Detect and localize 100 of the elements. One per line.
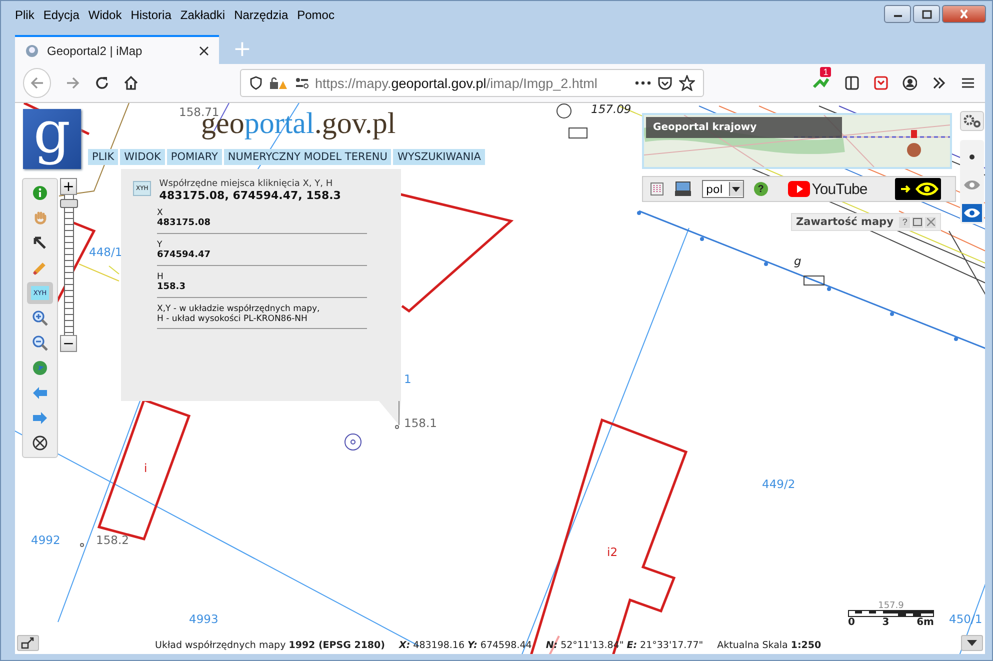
map-label: 4992 xyxy=(31,533,60,547)
status-text: Układ współrzędnych mapy 1992 (EPSG 2180) xyxy=(155,640,385,651)
map-label: 448/1 xyxy=(89,245,122,259)
map-label: 158.1 xyxy=(404,416,437,430)
url-text: https://mapy.geoportal.gov.pl/imap/Imgp_2.html xyxy=(314,76,598,90)
popup-note: X,Y - w układzie współrzędnych mapy, xyxy=(157,304,321,314)
dropdown-button[interactable] xyxy=(961,635,983,651)
reload-icon[interactable] xyxy=(94,75,110,91)
close-icon xyxy=(958,9,970,19)
map-label: g xyxy=(794,254,802,268)
zoom-out-button[interactable]: − xyxy=(60,335,77,352)
pocket-save-icon[interactable] xyxy=(873,75,888,91)
zoom-in-button[interactable]: + xyxy=(60,178,77,195)
overflow-icon[interactable] xyxy=(931,75,946,91)
app-menu-item[interactable]: NUMERYCZNY MODEL TERENU xyxy=(224,149,392,165)
map-label: 1 xyxy=(404,372,412,386)
scale-tick-label: 3 xyxy=(882,617,890,628)
back-button[interactable] xyxy=(23,68,52,98)
close-button[interactable] xyxy=(942,5,986,23)
map-label: 449/2 xyxy=(762,477,796,491)
settings-button[interactable] xyxy=(960,111,984,131)
extension-icon[interactable] xyxy=(812,75,830,91)
maximize-button[interactable] xyxy=(913,5,940,23)
eye-icon xyxy=(963,207,981,219)
menu-icon[interactable] xyxy=(960,75,975,91)
coordinate-value: 158.3 xyxy=(157,282,186,292)
account-icon[interactable] xyxy=(902,75,918,91)
grid-icon[interactable] xyxy=(650,182,664,196)
wms-icon[interactable] xyxy=(674,181,692,197)
close-tab-icon[interactable] xyxy=(199,46,209,56)
pencil-icon xyxy=(32,260,48,276)
menu-item[interactable]: Zakładki xyxy=(180,5,226,25)
coordinate-label: X xyxy=(157,208,164,218)
coordinate-label: H xyxy=(157,272,164,282)
zoom-out-icon xyxy=(32,335,48,351)
popup-note: H - układ wysokości PL-KRON86-NH xyxy=(157,314,308,324)
app-menu-item[interactable]: WYSZUKIWANIA xyxy=(393,149,485,165)
scale-value: 157.9 xyxy=(877,602,905,610)
scale-tick-label: 0 xyxy=(848,617,855,628)
app-menu-item[interactable]: PLIK xyxy=(88,149,118,165)
close-panel-button[interactable] xyxy=(925,216,936,228)
back-arrow-icon xyxy=(29,75,46,91)
more-icon[interactable] xyxy=(635,80,652,86)
crossed-circle-icon xyxy=(32,435,48,451)
scale-tick-label: 6m xyxy=(916,617,934,628)
help-button[interactable]: ? xyxy=(754,182,768,196)
shield-icon xyxy=(248,76,263,90)
youtube-link[interactable]: YouTube xyxy=(788,180,868,198)
overview-map[interactable]: Geoportal krajowy xyxy=(642,113,952,169)
coordinate-value: 674594.47 xyxy=(157,250,212,260)
zoom-slider-thumb[interactable] xyxy=(60,198,78,208)
square-icon xyxy=(913,218,922,226)
sidebar-icon[interactable] xyxy=(844,75,860,91)
gears-icon xyxy=(963,114,981,128)
permissions-icon xyxy=(294,76,309,90)
language-select[interactable]: pol xyxy=(702,180,744,198)
eye-button[interactable] xyxy=(962,204,982,222)
geoportal-logo[interactable]: g xyxy=(23,109,81,169)
coordinate-value: 483175.08 xyxy=(157,218,212,228)
menu-item[interactable]: Plik xyxy=(15,5,34,25)
home-icon[interactable] xyxy=(123,75,138,91)
map-label: 158.2 xyxy=(96,533,129,547)
caret-icon xyxy=(967,640,977,646)
maximize-icon xyxy=(920,10,932,18)
app-menu-item[interactable]: POMIARY xyxy=(166,149,222,165)
map-label: 4993 xyxy=(189,612,218,626)
bookmark-star-icon[interactable] xyxy=(679,75,696,91)
panel-title: Zawartość mapy xyxy=(796,216,894,228)
dropdown-arrow-icon xyxy=(732,186,740,192)
minimize-button[interactable] xyxy=(884,5,911,23)
coordinate-label: Y xyxy=(157,240,164,250)
address-bar[interactable]: https://mapy.geoportal.gov.pl/imap/Imgp_2.html xyxy=(240,69,704,97)
browser-tab[interactable]: Geoportal2 | iMap xyxy=(15,35,219,64)
restore-icon xyxy=(21,637,35,649)
favicon-icon xyxy=(25,44,39,58)
menu-item[interactable]: Narzędzia xyxy=(234,5,288,25)
play-icon xyxy=(788,181,810,197)
panel-help-button[interactable]: ? xyxy=(899,216,910,228)
menu-item[interactable]: Widok xyxy=(88,5,122,25)
forward-icon[interactable] xyxy=(65,75,80,91)
menu-item[interactable]: Edycja xyxy=(43,5,80,25)
coordinates-value: 483175.08, 674594.47, 158.3 xyxy=(159,189,341,202)
map-label: i2 xyxy=(607,545,618,559)
globe-icon xyxy=(32,360,48,376)
dot-icon xyxy=(969,154,975,160)
app-menu-item[interactable]: WIDOK xyxy=(120,149,165,165)
hand-icon xyxy=(32,210,48,226)
minimize-panel-button[interactable] xyxy=(17,635,39,651)
layers-panel-header[interactable]: Zawartość mapy ? xyxy=(791,213,942,231)
status-text: Aktualna Skala 1:250 xyxy=(717,640,822,651)
popup-title: Współrzędne miejsca kliknięcia X, Y, H xyxy=(159,179,334,189)
zoom-in-icon xyxy=(32,310,48,326)
left-arrow-icon xyxy=(32,386,48,400)
menu-item[interactable]: Historia xyxy=(130,5,172,25)
pocket-icon[interactable] xyxy=(657,75,674,91)
accessibility-button[interactable] xyxy=(895,178,942,200)
eye-icon xyxy=(963,179,981,191)
maximize-panel-button[interactable] xyxy=(912,216,924,228)
menu-item[interactable]: Pomoc xyxy=(297,5,334,25)
info-icon xyxy=(32,185,48,201)
